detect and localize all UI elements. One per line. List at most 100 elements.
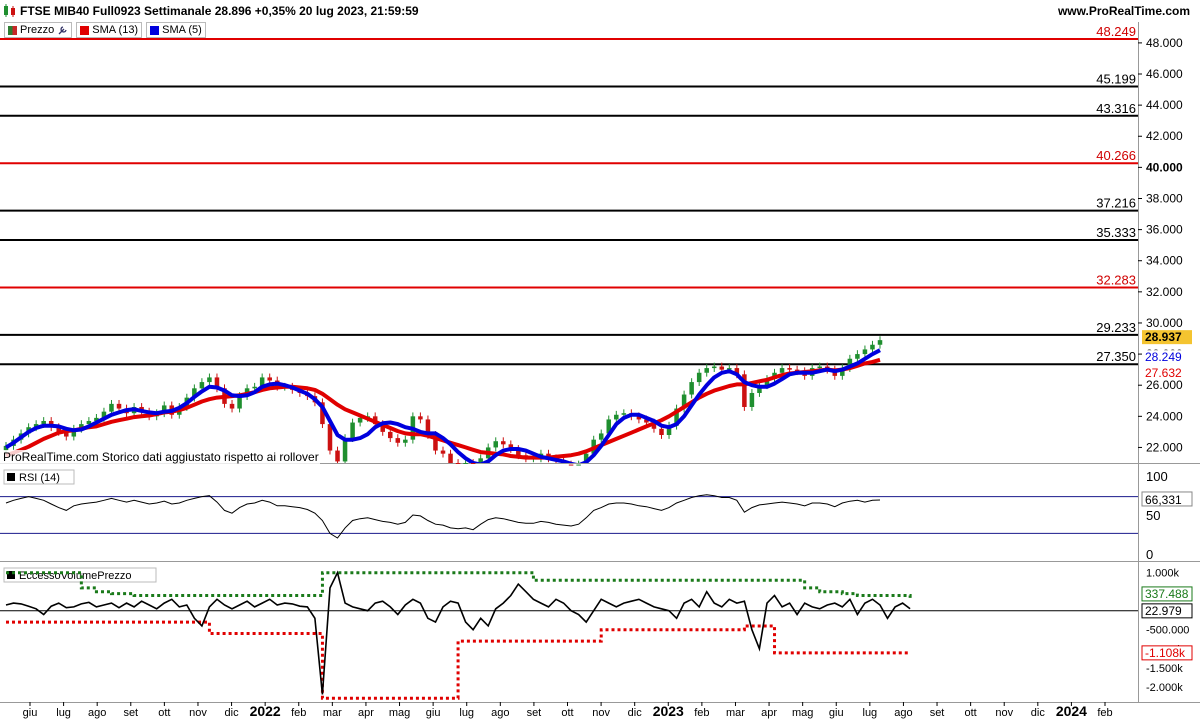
price-tick-label: 46.000 (1146, 67, 1183, 81)
sma5-line (4, 348, 881, 463)
time-label: dic (628, 707, 643, 719)
legend-sma13[interactable]: SMA (13) (76, 22, 143, 38)
candle-body (727, 368, 732, 370)
time-label: 2022 (250, 703, 281, 719)
candle-body (365, 416, 370, 418)
time-label: mar (323, 707, 342, 719)
candle-body (184, 397, 190, 407)
time-label: giu (426, 707, 441, 719)
price-tick-label: 22.000 (1146, 440, 1183, 454)
time-label: giu (23, 707, 38, 719)
evp-tick-label: -2.000k (1146, 682, 1183, 694)
candle-body (689, 382, 694, 395)
candle-body (342, 438, 348, 462)
evp-legend-box[interactable] (3, 567, 157, 583)
price-tick-label: 30.000 (1146, 316, 1183, 330)
price-tick-label: 38.000 (1146, 191, 1183, 205)
rsi-last-label: 66,331 (1145, 493, 1182, 507)
candle-body (109, 403, 114, 412)
time-label: apr (358, 707, 374, 719)
rsi-legend-box[interactable] (3, 469, 75, 485)
level-label: 43.316 (1096, 101, 1136, 116)
time-label: ott (158, 707, 170, 719)
candle-body (824, 366, 830, 370)
candle-body (523, 455, 529, 459)
time-label: ago (88, 707, 106, 719)
rsi-tick-label: 50 (1146, 508, 1160, 523)
candle-body (591, 439, 596, 454)
candle-body (553, 458, 559, 462)
candle-body (666, 425, 672, 435)
candle-body (463, 463, 468, 464)
candle-body (614, 414, 619, 420)
candle-body (86, 420, 92, 425)
time-label: ott (561, 707, 573, 719)
candle-body (380, 424, 385, 432)
candle-body (282, 386, 288, 388)
candle-body (561, 461, 566, 463)
rsi-tick-label: 0 (1146, 547, 1153, 562)
rsi-line (5, 494, 881, 539)
evp-tick-label: 1.000k (1146, 568, 1180, 580)
candle-body (433, 434, 438, 451)
legend-price[interactable]: Prezzo (4, 22, 73, 38)
candle-body (651, 422, 657, 429)
evp-last-red: -1.108k (1145, 646, 1186, 660)
time-label: lug (56, 707, 71, 719)
candle-body (290, 386, 295, 390)
price-tick-label: 42.000 (1146, 129, 1183, 143)
price-tick-label: 34.000 (1146, 254, 1183, 268)
candle-body (395, 438, 401, 443)
time-label: 2024 (1056, 703, 1087, 719)
candle-body (244, 388, 250, 397)
candle-body (305, 392, 310, 397)
evp-upper-band (6, 571, 912, 598)
candle-body (64, 431, 69, 437)
candle-body (681, 394, 687, 409)
chart-canvas[interactable]: 48.249 45.199 43.316 40.266 37.216 35.333 32.2… (0, 0, 1200, 720)
candle-body (448, 453, 453, 463)
candle-body (629, 413, 634, 417)
candle-body (199, 382, 205, 389)
time-label: mar (726, 707, 745, 719)
candle-body (161, 405, 167, 414)
candle-body (259, 377, 265, 387)
rsi-last-box (1141, 491, 1193, 507)
candle-body (229, 403, 235, 409)
candle-body (372, 416, 378, 425)
time-label: feb (694, 707, 709, 719)
chart-title: FTSE MIB40 Full0923 Settimanale 28.896 +… (20, 4, 419, 18)
price-tick-label: 36.000 (1146, 223, 1183, 237)
site-label[interactable]: www.ProRealTime.com (1058, 4, 1190, 18)
candle-body (877, 340, 883, 345)
time-label: set (123, 707, 138, 719)
level-label: 29.233 (1096, 320, 1136, 335)
candle-body (101, 411, 107, 418)
time-label: giu (829, 707, 844, 719)
time-label: mag (389, 707, 410, 719)
time-label: ago (491, 707, 509, 719)
candle-body (855, 354, 860, 359)
candle-body (11, 439, 16, 446)
time-label: apr (761, 707, 777, 719)
last-price-label-box (1142, 330, 1192, 345)
price-tick-label: 32.000 (1146, 285, 1183, 299)
candle-body (764, 378, 770, 386)
candle-body (131, 406, 137, 414)
wrench-icon[interactable] (57, 25, 68, 36)
time-label: dic (1031, 707, 1046, 719)
watermark: ProRealTime.com Storico dati aggiustato … (3, 450, 319, 464)
time-label: feb (291, 707, 306, 719)
level-label: 35.333 (1096, 225, 1136, 240)
candle-body (576, 464, 581, 466)
candle-body (26, 427, 31, 434)
candle-body (425, 419, 431, 435)
candle-body (327, 424, 333, 451)
candle-body (870, 344, 875, 350)
candle-body (546, 453, 551, 459)
candle-body (501, 441, 506, 445)
candle-body (696, 372, 702, 383)
candle-body (659, 428, 664, 435)
legend-sma5[interactable]: SMA (5) (146, 22, 206, 38)
price-tick-label: 28.000 (1146, 347, 1183, 361)
